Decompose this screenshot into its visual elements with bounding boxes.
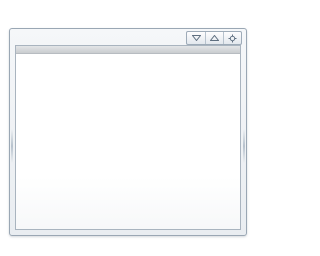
toolbar-strip	[16, 46, 240, 54]
title-bar[interactable]	[10, 29, 246, 45]
close-button[interactable]	[223, 32, 241, 44]
gear-icon	[228, 34, 237, 42]
triangle-down-icon	[191, 35, 201, 41]
triangle-up-icon	[210, 35, 219, 41]
right-resize-handle[interactable]	[243, 129, 245, 163]
client-area	[15, 45, 241, 230]
content-area[interactable]	[16, 54, 240, 229]
application-window	[9, 28, 247, 236]
window-controls	[186, 31, 242, 45]
left-resize-handle[interactable]	[11, 129, 13, 163]
minimize-button[interactable]	[187, 32, 205, 44]
maximize-button[interactable]	[205, 32, 223, 44]
